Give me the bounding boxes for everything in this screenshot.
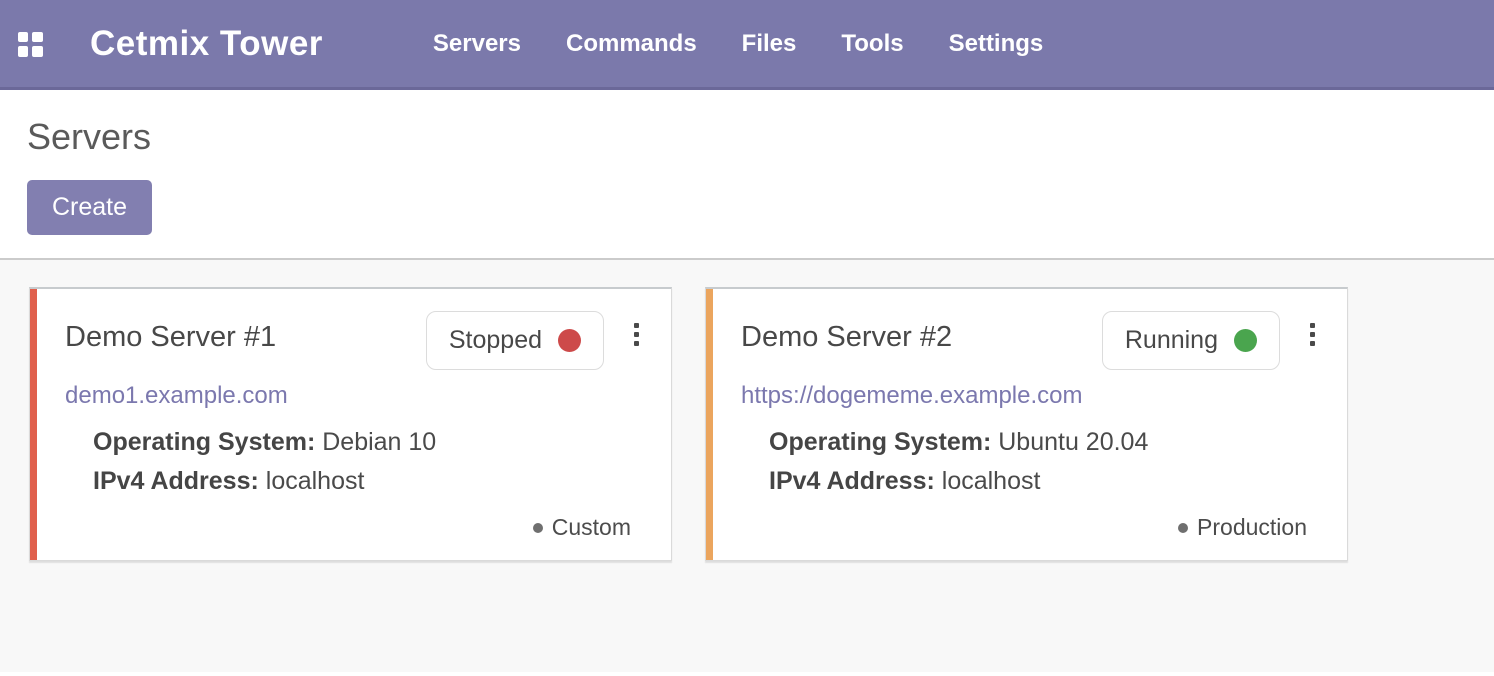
server-details: Operating System: Ubuntu 20.04 IPv4 Addr… bbox=[769, 423, 1317, 501]
detail-ip-label: IPv4 Address: bbox=[93, 467, 259, 495]
status-badge[interactable]: Stopped bbox=[426, 311, 604, 370]
app-brand-title[interactable]: Cetmix Tower bbox=[90, 24, 323, 64]
nav-item-servers[interactable]: Servers bbox=[433, 30, 521, 58]
status-dot-icon bbox=[558, 329, 581, 352]
tag-row: Production bbox=[741, 514, 1317, 541]
server-name: Demo Server #1 bbox=[65, 321, 276, 354]
tag-label: Custom bbox=[552, 514, 631, 541]
nav-item-commands[interactable]: Commands bbox=[566, 30, 697, 58]
detail-os: Operating System: Ubuntu 20.04 bbox=[769, 423, 1317, 462]
server-card[interactable]: Demo Server #1 Stopped demo1.example.com… bbox=[29, 287, 672, 561]
server-details: Operating System: Debian 10 IPv4 Address… bbox=[93, 423, 641, 501]
detail-os-label: Operating System: bbox=[93, 428, 315, 456]
card-accent-strip bbox=[30, 289, 37, 560]
detail-ip-value: localhost bbox=[942, 467, 1041, 495]
tag-label: Production bbox=[1197, 514, 1307, 541]
apps-menu-icon-square bbox=[18, 46, 28, 57]
server-card[interactable]: Demo Server #2 Running https://dogememe.… bbox=[705, 287, 1348, 561]
top-navbar: Cetmix Tower Servers Commands Files Tool… bbox=[0, 0, 1494, 90]
detail-os-label: Operating System: bbox=[769, 428, 991, 456]
detail-os-value: Debian 10 bbox=[322, 428, 436, 456]
detail-ip-label: IPv4 Address: bbox=[769, 467, 935, 495]
detail-ip: IPv4 Address: localhost bbox=[93, 462, 641, 501]
apps-menu-icon-square bbox=[18, 32, 28, 42]
status-badge[interactable]: Running bbox=[1102, 311, 1280, 370]
server-url-link[interactable]: https://dogememe.example.com bbox=[741, 382, 1083, 410]
create-button[interactable]: Create bbox=[27, 180, 152, 235]
main-nav: Servers Commands Files Tools Settings bbox=[433, 30, 1043, 58]
status-label: Stopped bbox=[449, 326, 542, 355]
kebab-menu-icon[interactable] bbox=[632, 319, 641, 350]
tag-row: Custom bbox=[65, 514, 641, 541]
nav-item-files[interactable]: Files bbox=[742, 30, 797, 58]
kebab-menu-icon[interactable] bbox=[1308, 319, 1317, 350]
detail-os-value: Ubuntu 20.04 bbox=[998, 428, 1148, 456]
detail-ip-value: localhost bbox=[266, 467, 365, 495]
apps-menu-icon[interactable] bbox=[18, 32, 43, 56]
server-url-link[interactable]: demo1.example.com bbox=[65, 382, 288, 410]
nav-item-settings[interactable]: Settings bbox=[949, 30, 1044, 58]
apps-menu-icon-square bbox=[32, 32, 43, 42]
page-title: Servers bbox=[27, 116, 1494, 158]
apps-menu-icon-square bbox=[32, 46, 43, 57]
tag-dot-icon bbox=[533, 523, 543, 533]
status-dot-icon bbox=[1234, 329, 1257, 352]
server-kanban: Demo Server #1 Stopped demo1.example.com… bbox=[0, 260, 1494, 672]
card-accent-strip bbox=[706, 289, 713, 560]
page-head: Servers Create bbox=[0, 90, 1494, 258]
status-label: Running bbox=[1125, 326, 1218, 355]
tag-dot-icon bbox=[1178, 523, 1188, 533]
nav-item-tools[interactable]: Tools bbox=[841, 30, 903, 58]
server-name: Demo Server #2 bbox=[741, 321, 952, 354]
detail-os: Operating System: Debian 10 bbox=[93, 423, 641, 462]
detail-ip: IPv4 Address: localhost bbox=[769, 462, 1317, 501]
